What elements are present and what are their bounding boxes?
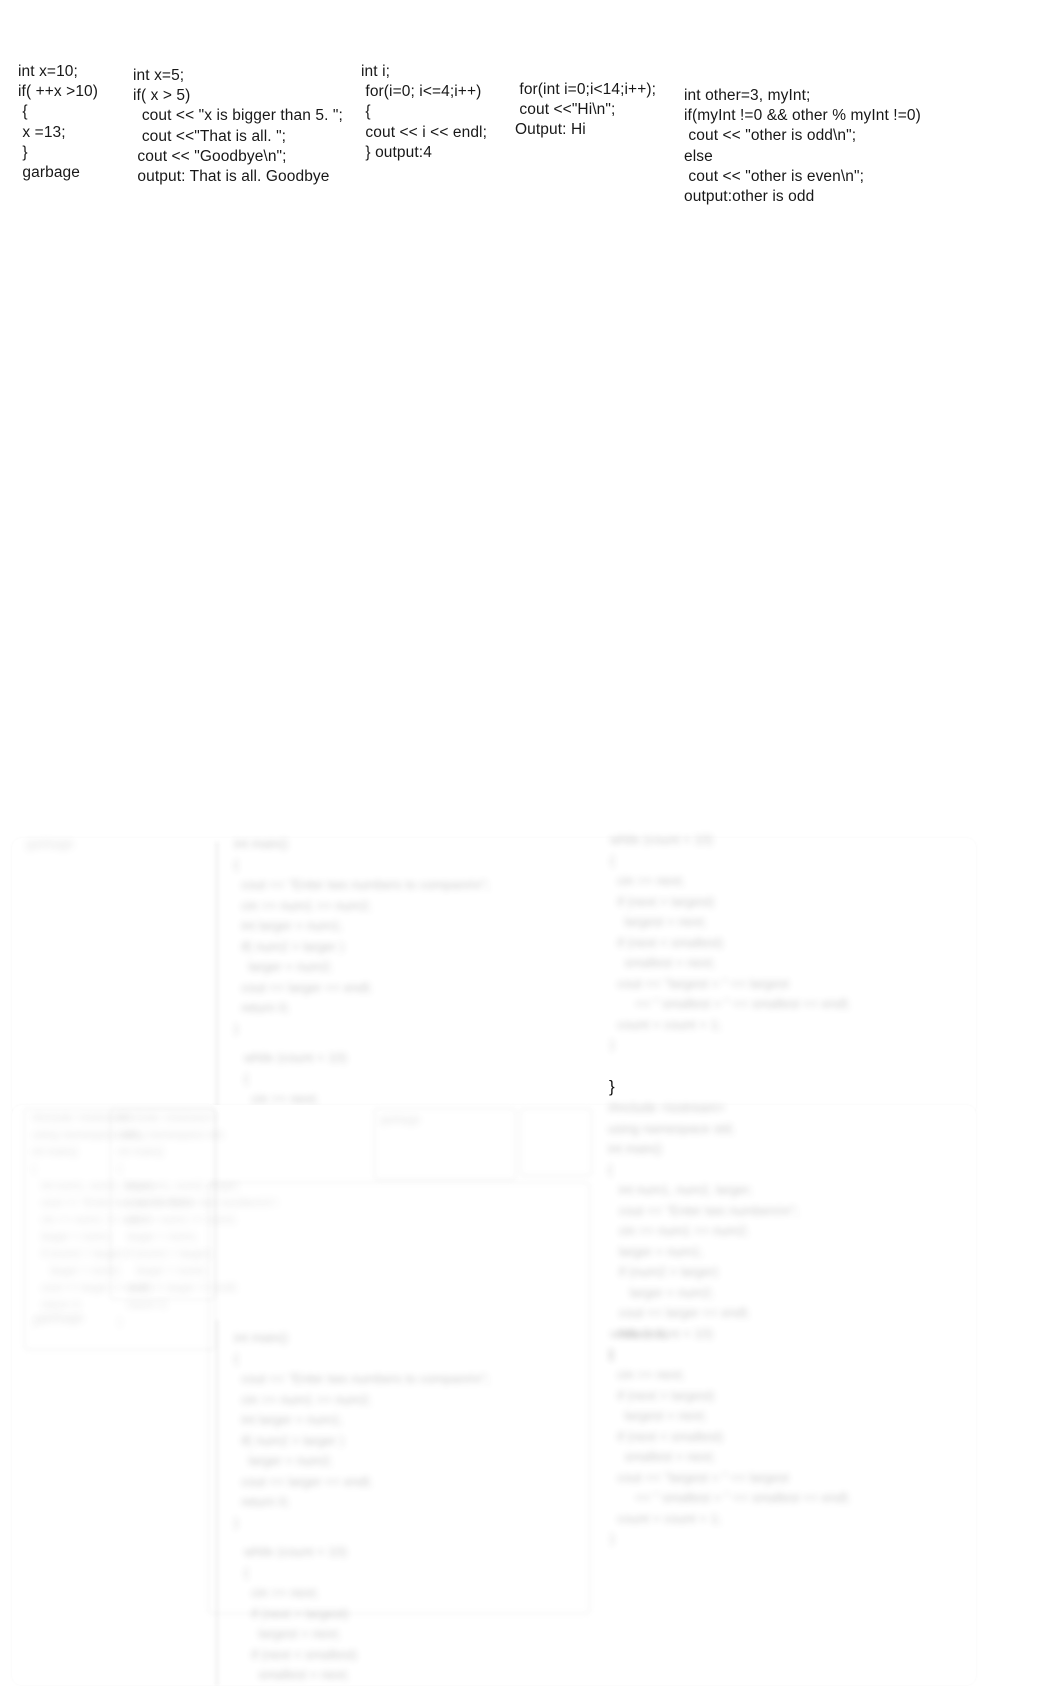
ghost-table-text-col2: #include <iostream> using namespace std;… bbox=[118, 1112, 279, 1328]
ghost-heading-left: garbage bbox=[26, 836, 74, 851]
blurred-duplicate-region: garbage int main() { cout << "Enter two … bbox=[0, 820, 1062, 1686]
ghost-table-text-col3: garbage bbox=[380, 1114, 421, 1126]
ghost-code-block-f: while (count < 10) { cin >> next; if (ne… bbox=[610, 1326, 851, 1546]
code-snippet-3: int i; for(i=0; i<=4;i++) { cout << i <<… bbox=[361, 63, 487, 161]
ghost-code-block-a: int main() { cout << "Enter two numbers … bbox=[234, 836, 490, 1036]
ghost-code-block-e: while (count < 10) { cin >> next; if (ne… bbox=[244, 1544, 358, 1682]
ghost-closing-brace: } bbox=[609, 1077, 615, 1096]
code-snippet-5: int other=3, myInt; if(myInt !=0 && othe… bbox=[684, 87, 921, 206]
code-snippet-2: int x=5; if( x > 5) cout << "x is bigger… bbox=[133, 67, 343, 186]
ghost-label-garbage: garbage bbox=[36, 1310, 84, 1325]
ghost-code-block-b: while (count < 10) { cin >> next; if (ne… bbox=[610, 832, 851, 1052]
code-snippet-4: for(int i=0;i<14;i++); cout <<"Hi\n"; Ou… bbox=[515, 81, 657, 139]
code-worksheet: int x=10; if( ++x >10) { x =13; } garbag… bbox=[0, 0, 1062, 820]
ghost-code-block-d: int main() { cout << "Enter two numbers … bbox=[234, 1330, 490, 1530]
code-snippet-1: int x=10; if( ++x >10) { x =13; } garbag… bbox=[18, 63, 99, 182]
ghost-vertical-rule-lower bbox=[216, 1320, 218, 1686]
ghost-table-outline-right bbox=[520, 1108, 592, 1176]
ghost-vertical-rule-upper bbox=[216, 842, 218, 1114]
ghost-table-text-left: #include <iostream> using namespace std;… bbox=[32, 1112, 193, 1328]
